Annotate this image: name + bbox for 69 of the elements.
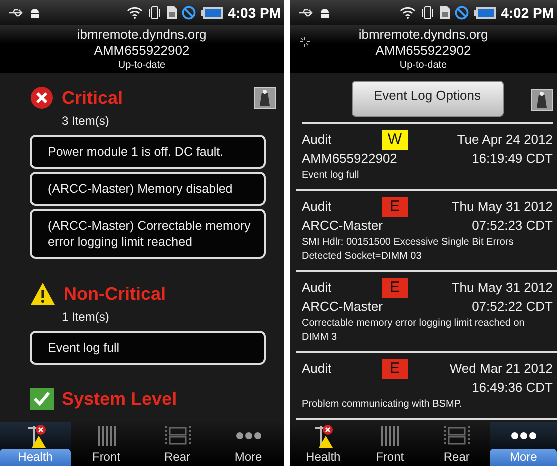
blocked-icon <box>182 6 196 20</box>
alert-item[interactable]: Power module 1 is off. DC fault. <box>30 135 266 169</box>
event-time: 07:52:23 CDT <box>472 217 553 235</box>
alert-item[interactable]: Event log full <box>30 331 266 365</box>
item-count: 3 Item(s) <box>62 114 110 128</box>
event-time: 07:52:22 CDT <box>472 298 553 316</box>
status-time: 4:03 PM <box>228 4 281 20</box>
event-type: Audit <box>302 198 333 216</box>
status-time: 4:02 PM <box>501 4 554 20</box>
update-status: Up-to-date <box>400 59 448 72</box>
locator-light-button[interactable] <box>254 87 276 109</box>
section-title: Non-Critical <box>64 283 166 305</box>
serial-number: AMM655922902 <box>376 43 472 59</box>
section-title: System Level <box>62 388 178 410</box>
event-time: 16:19:49 CDT <box>472 150 553 168</box>
event-source: ARCC-Master <box>302 298 383 316</box>
event-date: Thu May 31 2012 <box>452 198 553 216</box>
blocked-icon <box>455 6 470 20</box>
section-title: Critical <box>62 87 124 109</box>
wifi-icon <box>400 6 416 19</box>
server-rear-icon <box>444 426 470 446</box>
event-message: Problem communicating with BSMP. <box>302 398 464 412</box>
wifi-icon <box>127 6 144 19</box>
event-message: Correctable memory error logging limit reached on DIMM 3 <box>302 317 526 345</box>
server-rear-icon <box>164 426 190 446</box>
android-icon <box>29 6 41 18</box>
sim-card-icon <box>440 6 450 19</box>
check-icon <box>30 388 54 410</box>
serial-number: AMM655922902 <box>94 43 190 59</box>
more-icon <box>236 432 262 440</box>
vibrate-icon <box>148 6 162 20</box>
severity-badge: W <box>382 130 408 150</box>
host-name: ibmremote.dyndns.org <box>358 27 488 43</box>
locator-light-button[interactable] <box>531 89 553 111</box>
event-log-options-button[interactable]: Event Log Options <box>352 81 504 117</box>
usb-icon <box>8 8 24 18</box>
nav-tab[interactable]: More <box>490 422 557 466</box>
battery-icon <box>201 6 224 18</box>
alert-item[interactable]: (ARCC-Master) Memory disabled <box>30 172 266 206</box>
event-type: Audit <box>302 131 333 149</box>
event-date: Tue Apr 24 2012 <box>457 131 553 149</box>
update-status: Up-to-date <box>118 59 166 72</box>
severity-badge: E <box>382 359 408 379</box>
severity-badge: E <box>382 197 408 217</box>
battery-icon <box>474 6 496 18</box>
event-message: Event log full <box>302 169 360 183</box>
error-icon <box>30 86 54 110</box>
event-type: Audit <box>302 279 333 297</box>
event-message: SMI Hdlr: 00151500 Excessive Single Bit Errors Detected Socket=DIMM 03 <box>302 236 515 264</box>
vibrate-icon <box>421 6 436 20</box>
event-source: ARCC-Master <box>302 217 383 235</box>
item-count: 1 Item(s) <box>62 310 110 324</box>
more-icon <box>510 432 537 440</box>
nav-tab[interactable]: Health <box>0 422 71 466</box>
nav-tab[interactable]: Rear <box>424 422 490 466</box>
event-source: AMM655922902 <box>302 150 398 168</box>
alert-item[interactable]: (ARCC-Master) Correctable memory error logging limit reached <box>30 209 266 259</box>
android-icon <box>319 6 331 18</box>
event-type: Audit <box>302 360 333 378</box>
warning-icon <box>30 282 56 306</box>
severity-badge: E <box>382 278 408 298</box>
usb-icon <box>298 8 314 18</box>
event-time: 16:49:36 CDT <box>472 379 553 397</box>
host-name: ibmremote.dyndns.org <box>77 27 207 43</box>
event-date: Wed Mar 21 2012 <box>450 360 553 378</box>
sim-card-icon <box>167 6 178 19</box>
event-date: Thu May 31 2012 <box>452 279 553 297</box>
server-front-icon <box>98 426 116 446</box>
server-front-icon <box>381 426 400 446</box>
